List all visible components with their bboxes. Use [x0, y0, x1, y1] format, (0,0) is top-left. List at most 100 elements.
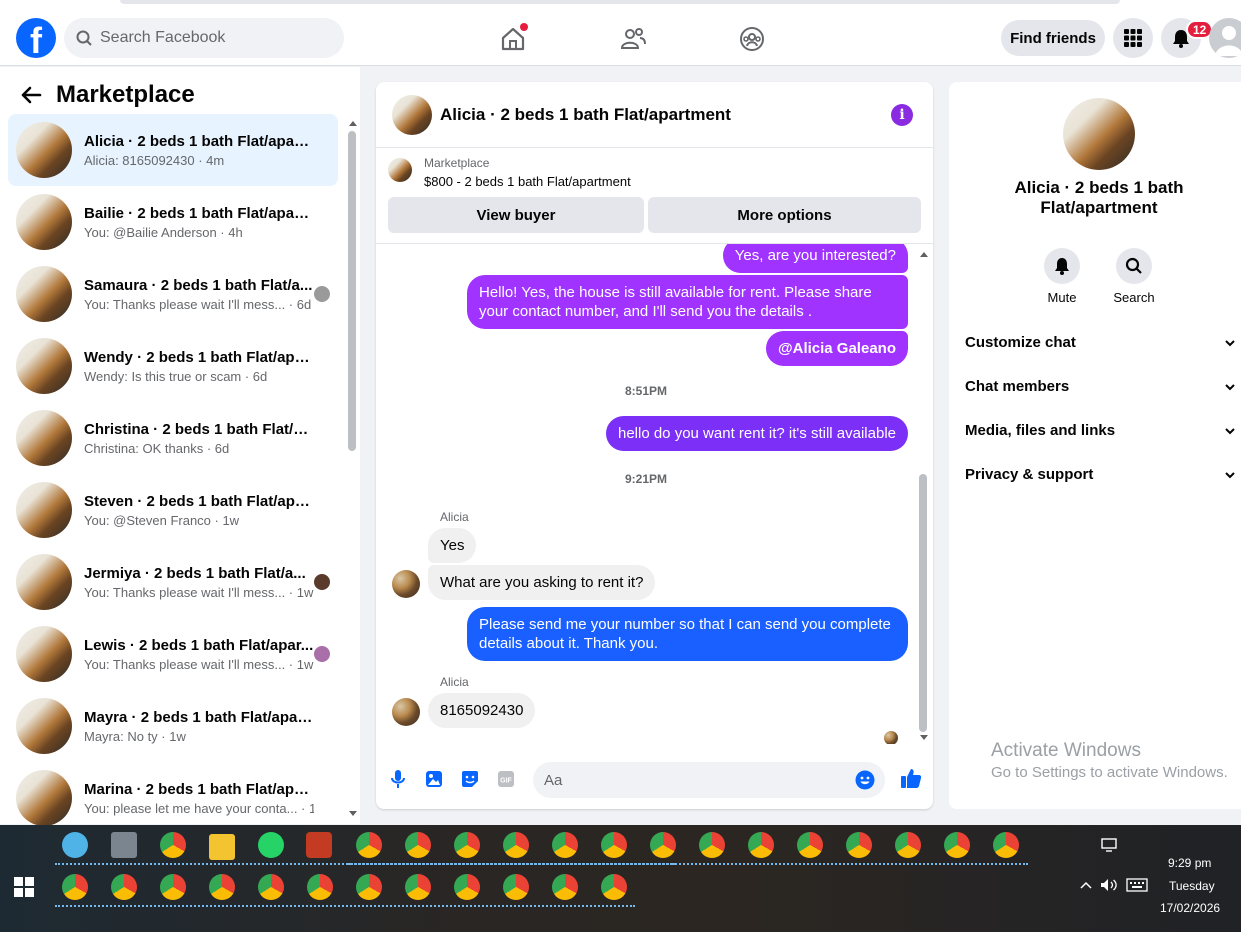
chrome-profile-icon[interactable] [650, 832, 676, 858]
listing-thumbnail [16, 770, 72, 826]
conversation-item[interactable]: Jermiya · 2 beds 1 bath Flat/a... You: Th… [8, 546, 338, 618]
chrome-profile-icon[interactable] [307, 874, 333, 900]
chrome-profile-icon[interactable] [503, 874, 529, 900]
chrome-profile-icon[interactable] [895, 832, 921, 858]
search-in-chat-button[interactable]: Search [1104, 248, 1164, 305]
windows-start-icon[interactable] [14, 877, 34, 897]
whatsapp-icon[interactable] [258, 832, 284, 858]
privacy-support-section[interactable]: Privacy & support [965, 466, 1235, 483]
chrome-profile-icon[interactable] [356, 832, 382, 858]
clock-time[interactable]: 9:29 pm [1168, 856, 1211, 870]
gif-icon[interactable]: GIF [495, 768, 517, 790]
search-input[interactable]: Search Facebook [64, 18, 344, 58]
chrome-profile-icon[interactable] [258, 874, 284, 900]
conversation-item[interactable]: Steven · 2 beds 1 bath Flat/apart... You:… [8, 474, 338, 546]
back-arrow-icon[interactable] [20, 85, 42, 105]
conversation-item[interactable]: Marina · 2 beds 1 bath Flat/apart... You:… [8, 762, 338, 834]
keyboard-icon[interactable] [1126, 878, 1148, 892]
chrome-profile-icon[interactable] [405, 874, 431, 900]
chat-details-panel: Alicia · 2 beds 1 bath Flat/apartment Mu… [949, 82, 1241, 809]
like-thumb-icon[interactable] [899, 766, 923, 790]
chrome-profile-icon[interactable] [699, 832, 725, 858]
chrome-icon[interactable] [160, 832, 186, 858]
section-label: Privacy & support [965, 466, 1094, 483]
chrome-profile-icon[interactable] [797, 832, 823, 858]
find-friends-button[interactable]: Find friends [1001, 20, 1105, 56]
conversation-item[interactable]: Mayra · 2 beds 1 bath Flat/apart... Mayra… [8, 690, 338, 762]
listing-price[interactable]: $800 - 2 beds 1 bath Flat/apartment [424, 174, 631, 189]
chrome-profile-icon[interactable] [846, 832, 872, 858]
scroll-up-icon[interactable] [348, 119, 358, 127]
sender-avatar[interactable] [392, 698, 420, 726]
chrome-profile-icon[interactable] [209, 874, 235, 900]
copilot-icon[interactable] [62, 832, 88, 858]
sticker-icon[interactable] [459, 768, 481, 790]
chrome-profile-icon[interactable] [601, 832, 627, 858]
view-buyer-button[interactable]: View buyer [388, 197, 644, 233]
chrome-profile-icon[interactable] [356, 874, 382, 900]
scrollbar-thumb[interactable] [348, 131, 356, 451]
chrome-profile-icon[interactable] [160, 874, 186, 900]
menu-grid-icon[interactable] [1113, 18, 1153, 58]
sender-avatar[interactable] [392, 570, 420, 598]
scroll-down-icon[interactable] [919, 734, 929, 742]
chrome-profile-icon[interactable] [111, 874, 137, 900]
photo-icon[interactable] [423, 768, 445, 790]
profile-avatar[interactable] [1209, 18, 1241, 58]
scrollbar-thumb[interactable] [919, 474, 927, 732]
chrome-profile-icon[interactable] [503, 832, 529, 858]
chrome-profile-icon[interactable] [454, 832, 480, 858]
facebook-logo[interactable]: f [16, 18, 56, 58]
read-receipt-avatar [314, 286, 330, 302]
customize-chat-section[interactable]: Customize chat [965, 334, 1235, 351]
sidebar-scrollbar[interactable] [346, 117, 358, 822]
clock-day[interactable]: Tuesday [1169, 879, 1215, 893]
chat-scrollbar[interactable] [917, 244, 929, 744]
chat-avatar[interactable] [1063, 98, 1135, 170]
chrome-profile-icon[interactable] [552, 832, 578, 858]
chat-thumbnail[interactable] [392, 94, 432, 135]
chevron-up-icon[interactable] [1080, 881, 1092, 889]
conversation-item[interactable]: Samaura · 2 beds 1 bath Flat/a... You: Th… [8, 258, 338, 330]
friends-icon[interactable] [615, 21, 651, 57]
scroll-down-icon[interactable] [348, 810, 358, 818]
chrome-profile-icon[interactable] [993, 832, 1019, 858]
more-options-button[interactable]: More options [648, 197, 921, 233]
chrome-profile-icon[interactable] [552, 874, 578, 900]
conversation-item[interactable]: Alicia · 2 beds 1 bath Flat/apart... Alic… [8, 114, 338, 186]
conversation-item[interactable]: Wendy · 2 beds 1 bath Flat/apart... Wendy… [8, 330, 338, 402]
chrome-profile-icon[interactable] [601, 874, 627, 900]
message-input[interactable]: Aa [533, 762, 885, 798]
app-icon[interactable] [306, 832, 332, 858]
conversation-preview: Wendy: Is this true or scam · 6d [84, 368, 268, 384]
chevron-down-icon [1225, 471, 1235, 478]
marketplace-sidebar: Marketplace Alicia · 2 beds 1 bath Flat/… [0, 67, 360, 826]
chat-members-section[interactable]: Chat members [965, 378, 1235, 395]
clock-date[interactable]: 17/02/2026 [1160, 901, 1220, 915]
info-icon[interactable]: i [891, 104, 913, 126]
chrome-profile-icon[interactable] [405, 832, 431, 858]
home-icon[interactable] [495, 21, 531, 57]
conversation-item[interactable]: Bailie · 2 beds 1 bath Flat/apart... You:… [8, 186, 338, 258]
microphone-icon[interactable] [387, 768, 409, 790]
chrome-profile-icon[interactable] [944, 832, 970, 858]
mute-button[interactable]: Mute [1032, 248, 1092, 305]
scroll-up-icon[interactable] [919, 250, 929, 258]
calculator-icon[interactable] [111, 832, 137, 858]
chat-title[interactable]: Alicia · 2 beds 1 bath Flat/apartment [440, 105, 731, 125]
conversation-item[interactable]: Christina · 2 beds 1 bath Flat/ap... Chri… [8, 402, 338, 474]
chrome-profile-icon[interactable] [454, 874, 480, 900]
chrome-profile-icon[interactable] [62, 874, 88, 900]
file-explorer-icon[interactable] [209, 834, 235, 860]
message-bubble: Yes, are you interested? [722, 244, 908, 273]
listing-thumbnail [16, 410, 72, 466]
read-receipt-avatar [314, 574, 330, 590]
groups-icon[interactable] [734, 21, 770, 57]
message-bubble: Please send me your number so that I can… [467, 607, 908, 661]
chrome-profile-icon[interactable] [748, 832, 774, 858]
conversation-item[interactable]: Lewis · 2 beds 1 bath Flat/apar... You: T… [8, 618, 338, 690]
emoji-icon[interactable] [855, 770, 875, 790]
network-icon[interactable] [1101, 838, 1119, 852]
media-files-links-section[interactable]: Media, files and links [965, 422, 1235, 439]
volume-icon[interactable] [1100, 878, 1118, 892]
